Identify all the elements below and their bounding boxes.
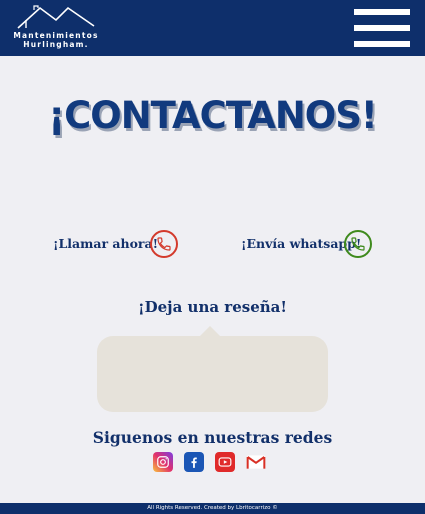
gmail-icon[interactable] [246, 452, 266, 472]
menu-bar [354, 41, 410, 47]
social-title: Siguenos en nuestras redes [92, 428, 333, 447]
whatsapp-phone-icon [351, 237, 365, 251]
logo-text-line1: Mantenimientos [13, 31, 99, 40]
phone-icon [157, 237, 171, 251]
footer: All Rights Reserved. Created by Lbritoca… [0, 503, 425, 514]
hamburger-menu-icon[interactable] [354, 9, 410, 47]
instagram-glyph [157, 456, 169, 468]
call-now-label[interactable]: ¡Llamar ahora! [53, 236, 158, 251]
facebook-icon[interactable] [184, 452, 204, 472]
footer-text: All Rights Reserved. Created by Lbritoca… [147, 505, 278, 511]
menu-bar [354, 25, 410, 31]
review-textarea[interactable] [97, 336, 328, 412]
call-phone-button[interactable] [150, 230, 178, 258]
house-roof-icon [17, 5, 95, 29]
youtube-icon[interactable] [215, 452, 235, 472]
logo-text-line2: Hurlingham. [23, 40, 89, 49]
whatsapp-button[interactable] [344, 230, 372, 258]
site-header: Mantenimientos Hurlingham. [0, 0, 425, 56]
gmail-glyph [246, 455, 266, 469]
instagram-icon[interactable] [153, 452, 173, 472]
page-title: ¡CONTACTANOS! [48, 94, 378, 137]
logo[interactable]: Mantenimientos Hurlingham. [12, 4, 100, 50]
review-bubble-tail [200, 326, 220, 336]
menu-bar [354, 9, 410, 15]
youtube-glyph [218, 457, 232, 467]
review-title: ¡Deja una reseña! [138, 298, 287, 316]
facebook-glyph [191, 457, 197, 468]
